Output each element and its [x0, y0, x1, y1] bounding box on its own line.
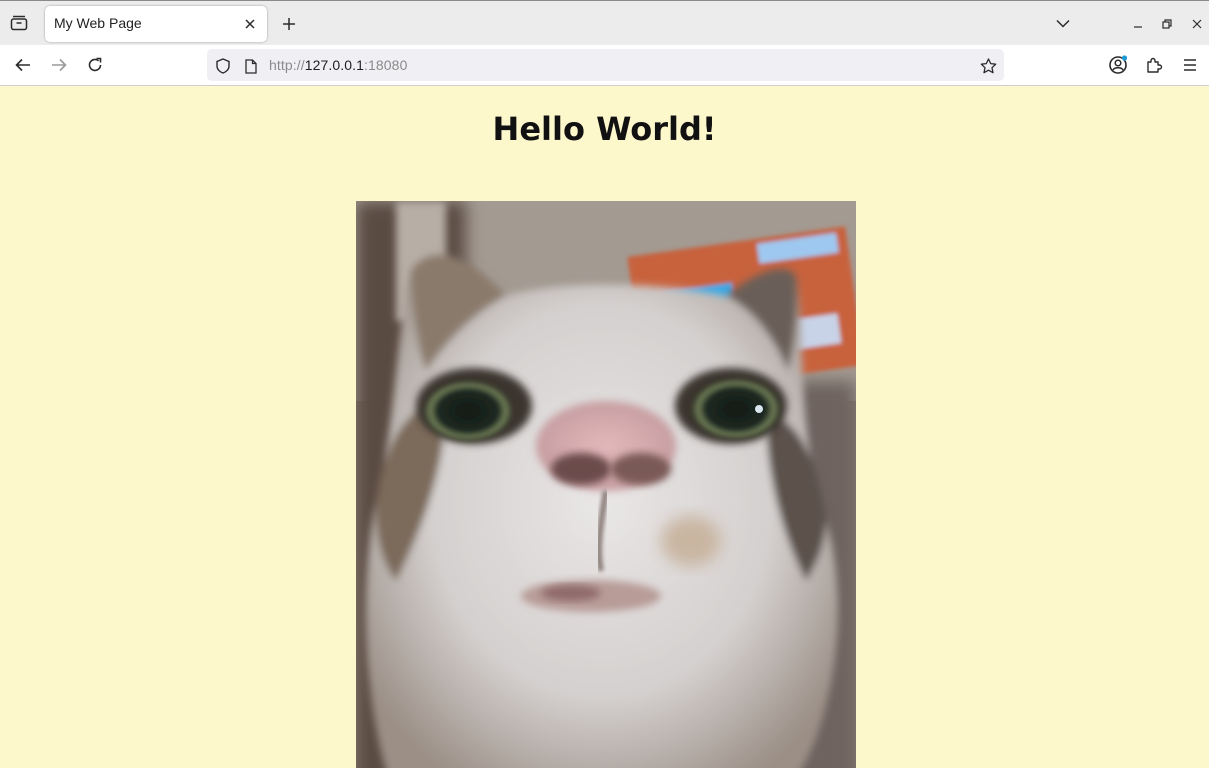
- url-port: :18080: [364, 57, 408, 73]
- page-content: Hello World!: [0, 86, 1209, 768]
- url-scheme: http://: [269, 57, 305, 73]
- back-button[interactable]: [12, 54, 34, 76]
- extensions-button[interactable]: [1142, 53, 1166, 77]
- new-tab-icon: [283, 18, 295, 30]
- url-host: 127.0.0.1: [304, 57, 365, 73]
- minimize-button[interactable]: [1129, 15, 1147, 33]
- close-tab-button[interactable]: [241, 15, 259, 33]
- window-close-button[interactable]: [1188, 15, 1206, 33]
- tab-overview-icon: [10, 15, 28, 31]
- cat-photo-image: [356, 201, 856, 768]
- tab-title: My Web Page: [54, 15, 142, 31]
- account-button[interactable]: [1106, 53, 1130, 77]
- close-icon: [245, 19, 255, 29]
- forward-button[interactable]: [48, 54, 70, 76]
- forward-arrow-icon: [52, 58, 67, 72]
- window-close-icon: [1192, 19, 1202, 29]
- url-text[interactable]: http://127.0.0.1:18080: [269, 57, 407, 73]
- minimize-icon: [1134, 26, 1142, 28]
- shield-icon: [216, 58, 230, 74]
- navigation-toolbar: http://127.0.0.1:18080: [0, 45, 1209, 86]
- tab-overview-button[interactable]: [8, 12, 30, 34]
- site-info-button[interactable]: [241, 56, 261, 76]
- page-heading: Hello World!: [492, 110, 717, 148]
- app-menu-button[interactable]: [1178, 53, 1202, 77]
- bookmark-button[interactable]: [977, 55, 999, 77]
- account-icon: [1109, 55, 1128, 74]
- new-tab-button[interactable]: [279, 14, 299, 34]
- restore-icon: [1162, 19, 1172, 29]
- reload-button[interactable]: [84, 54, 106, 76]
- cat-photo: [356, 201, 856, 768]
- back-arrow-icon: [15, 58, 30, 72]
- menu-icon: [1184, 59, 1196, 71]
- page-icon: [245, 58, 257, 74]
- bookmark-star-icon: [980, 58, 996, 74]
- address-bar[interactable]: http://127.0.0.1:18080: [207, 49, 1004, 81]
- tab-list-button[interactable]: [1053, 13, 1073, 33]
- tab-strip: My Web Page: [0, 0, 1209, 45]
- restore-button[interactable]: [1158, 15, 1176, 33]
- tab-list-chevron-icon: [1056, 19, 1070, 28]
- reload-icon: [88, 57, 102, 72]
- tracking-protection-button[interactable]: [213, 56, 233, 76]
- extensions-icon: [1147, 57, 1163, 73]
- tab-my-web-page[interactable]: My Web Page: [45, 6, 267, 42]
